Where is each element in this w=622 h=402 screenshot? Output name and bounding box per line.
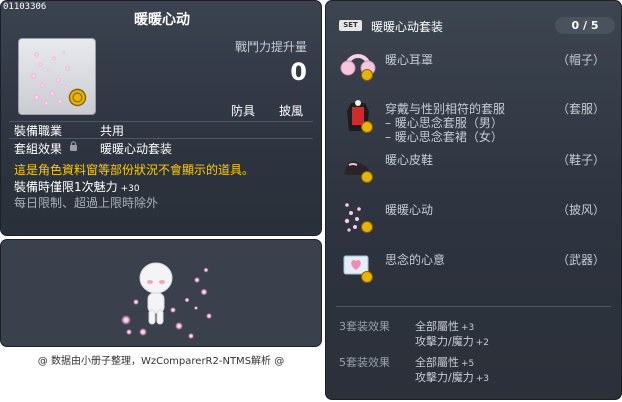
divider — [9, 138, 313, 139]
piece-slot: （披风） — [556, 203, 605, 217]
stat-value: +3 — [461, 323, 475, 333]
heart-letter-icon — [339, 247, 377, 285]
set-count-badge: 0 / 5 — [555, 17, 615, 34]
charm-label: 裝備時僅限1次魅力 — [14, 180, 118, 194]
notice-text: 這是角色資料窗等部份狀況不會顯示的道具。 — [14, 163, 255, 177]
power-increase-value: 0 — [290, 58, 307, 86]
piece-name: 暖心皮鞋 — [385, 153, 434, 167]
piece-slot: （套服） — [556, 102, 605, 116]
stat-value: +5 — [461, 359, 475, 369]
set-effect-3-stat-1: 全部屬性 +3 — [415, 318, 474, 334]
sparkle-cape-icon — [30, 50, 87, 107]
piece-name: 思念的心意 — [385, 253, 446, 267]
charm-value: +30 — [120, 184, 140, 194]
set-info-panel: SET 暖暖心动套装 0 / 5 暖心耳罩 （帽子） 穿戴与性别相符的套服 （套… — [325, 0, 622, 400]
stat-label: 全部屬性 — [415, 320, 459, 333]
divider — [336, 306, 611, 307]
power-increase-label: 戰鬥力提升量 — [234, 40, 307, 54]
piece-name: 暖暖心动 — [385, 203, 434, 217]
credit-text: @ 数据由小册子整理，WzComparerR2-NTMS解析 @ — [37, 356, 285, 367]
set-name: 暖暖心动套装 — [371, 20, 444, 34]
set-effect-5-label: 5套装效果 — [339, 356, 390, 369]
set-effect-3-stat-2: 攻擊力/魔力 +2 — [415, 333, 489, 349]
limit-text: 每日限制、超過上限時除外 — [14, 196, 159, 210]
stat-label: 攻擊力/魔力 — [415, 335, 474, 348]
outfit-icon — [339, 97, 377, 135]
stat-label: 全部屬性 — [415, 356, 459, 369]
item-title: 暖暖心动 — [134, 12, 190, 28]
piece-slot: （武器） — [556, 253, 605, 267]
job-value: 共用 — [100, 124, 125, 138]
stat-label: 攻擊力/魔力 — [415, 371, 474, 384]
set-effect-label: 套組效果 — [14, 142, 63, 156]
character-preview — [121, 262, 212, 339]
earmuff-icon — [339, 45, 377, 83]
shoes-icon — [339, 147, 377, 185]
item-tooltip-panel: 01103306 暖暖心动 戰鬥力提升量 0 防具 披風 裝備職業 共用 套組效… — [0, 0, 322, 236]
sparkle-cape-icon — [339, 197, 377, 235]
set-effect-5-stat-2: 攻擊力/魔力 +3 — [415, 369, 489, 385]
piece-slot: （帽子） — [556, 53, 605, 67]
category-tag-armor: 防具 — [231, 104, 256, 118]
charm-text: 裝備時僅限1次魅力 +30 — [14, 178, 140, 195]
piece-name: 暖心耳罩 — [385, 53, 434, 67]
stat-value: +3 — [475, 374, 489, 384]
set-effect-3-label: 3套装效果 — [339, 320, 390, 333]
job-label: 裝備職業 — [14, 124, 63, 138]
piece-sub-female: – 暖心思念套裙（女） — [385, 130, 503, 144]
lock-icon — [70, 141, 77, 151]
set-effect-value: 暖暖心动套装 — [100, 142, 173, 156]
avatar — [139, 262, 173, 325]
stat-value: +2 — [475, 338, 489, 348]
character-preview-panel — [0, 239, 322, 347]
set-effect-5-stat-1: 全部屬性 +5 — [415, 354, 474, 370]
item-icon-frame — [18, 38, 96, 115]
set-badge: SET — [339, 20, 362, 31]
category-tag-cape: 披風 — [279, 104, 304, 118]
piece-slot: （鞋子） — [556, 153, 605, 167]
